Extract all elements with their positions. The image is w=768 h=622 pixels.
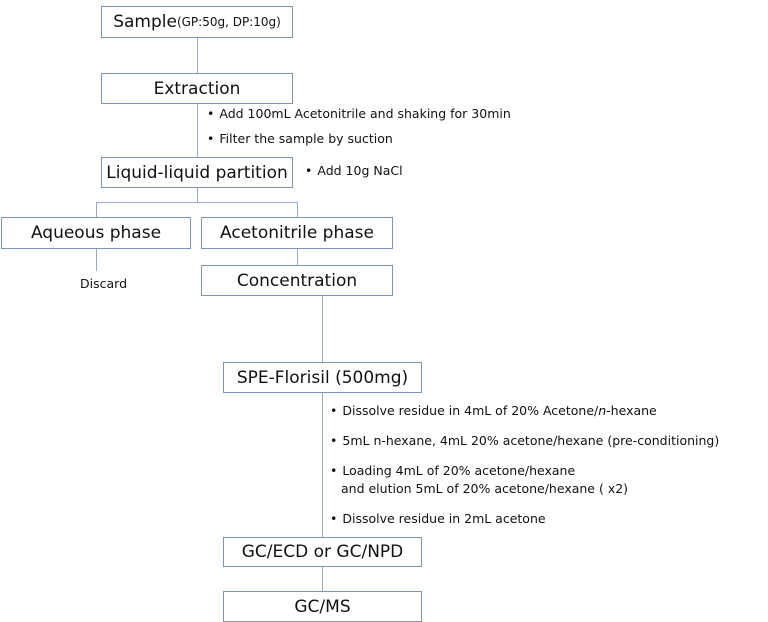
connector-branch-aqueous: [96, 202, 97, 217]
sample-detail: (GP:50g, DP:10g): [176, 15, 281, 29]
step-spe-florisil: SPE-Florisil (500mg): [223, 362, 422, 393]
note-spe-4: • Dissolve residue in 2mL acetone: [330, 511, 546, 526]
step-extraction: Extraction: [101, 73, 293, 104]
connector-branch-acetonitrile: [297, 202, 298, 217]
connector-aqueous-discard: [96, 248, 97, 271]
step-gc-ms: GC/MS: [223, 591, 422, 622]
step-gc-ecd-npd: GC/ECD or GC/NPD: [223, 537, 422, 567]
step-sample: Sample (GP:50g, DP:10g): [101, 6, 293, 38]
connector-extraction-partition: [197, 103, 198, 157]
note-spe-3: • Loading 4mL of 20% acetone/hexane: [330, 463, 576, 478]
note-spe-3-cont: and elution 5mL of 20% acetone/hexane ( …: [341, 481, 629, 496]
step-acetonitrile-phase: Acetonitrile phase: [201, 217, 393, 249]
connector-concentration-spe: [322, 295, 323, 362]
discard-label: Discard: [80, 276, 127, 291]
connector-spe-gc: [322, 392, 323, 537]
step-aqueous-phase: Aqueous phase: [1, 217, 191, 249]
connector-branch-horizontal: [96, 202, 297, 203]
note-partition-1: • Add 10g NaCl: [305, 163, 403, 178]
connector-sample-extraction: [197, 37, 198, 73]
note-extraction-2: • Filter the sample by suction: [207, 131, 393, 146]
connector-partition-branch: [197, 187, 198, 202]
sample-label: Sample: [113, 12, 177, 32]
note-spe-2: • 5mL n-hexane, 4mL 20% acetone/hexane (p…: [330, 433, 720, 448]
step-concentration: Concentration: [201, 265, 393, 296]
note-spe-1: • Dissolve residue in 4mL of 20% Acetone/…: [330, 403, 657, 418]
step-partition: Liquid-liquid partition: [101, 157, 293, 188]
connector-gc-gcms: [322, 566, 323, 591]
note-extraction-1: • Add 100mL Acetonitrile and shaking for …: [207, 106, 511, 121]
connector-acetonitrile-concentration: [297, 248, 298, 265]
